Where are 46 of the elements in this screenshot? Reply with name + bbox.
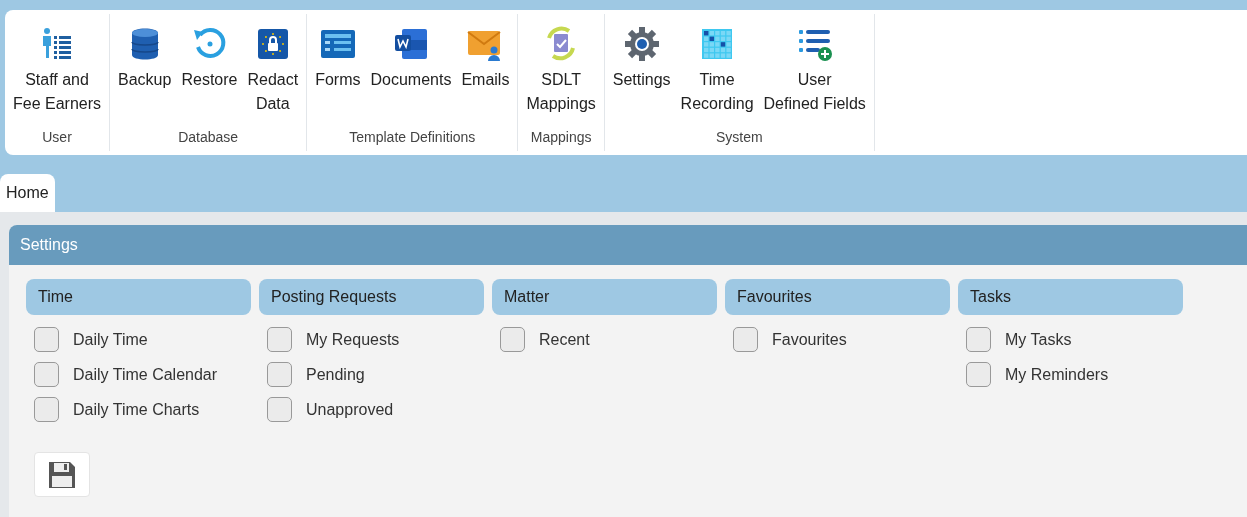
- checkbox[interactable]: [34, 327, 59, 352]
- option-label: Daily Time Calendar: [73, 365, 218, 384]
- ribbon-button[interactable]: Backup: [114, 14, 176, 129]
- checkbox[interactable]: [34, 397, 59, 422]
- ribbon-button[interactable]: User Defined Fields: [759, 14, 870, 129]
- checkbox[interactable]: [500, 327, 525, 352]
- ribbon-button[interactable]: Time Recording: [676, 14, 758, 129]
- checkbox[interactable]: [966, 327, 991, 352]
- section-header: Time: [26, 279, 251, 315]
- tab[interactable]: Home: [0, 174, 55, 212]
- option-label: Unapproved: [306, 400, 394, 419]
- panel-title: Settings: [9, 225, 1247, 265]
- group-label: Template Definitions: [349, 129, 476, 147]
- settings-icon: [623, 26, 660, 62]
- ribbon-button[interactable]: Staff and Fee Earners: [9, 14, 106, 129]
- ribbon-button[interactable]: Documents: [366, 14, 456, 129]
- option-label: My Reminders: [1005, 365, 1109, 384]
- section-header: Posting Requests: [259, 279, 484, 315]
- ribbon-button[interactable]: Emails: [457, 14, 514, 129]
- document-w-icon: [392, 26, 429, 62]
- option-label: Favourites: [772, 330, 847, 349]
- group-label: User: [42, 129, 72, 147]
- ribbon-button[interactable]: Forms: [311, 14, 365, 129]
- checkbox[interactable]: [267, 362, 292, 387]
- ribbon-button[interactable]: Settings: [608, 14, 675, 129]
- section-header: Favourites: [725, 279, 950, 315]
- option-label: Pending: [306, 365, 365, 384]
- option-label: Recent: [539, 330, 590, 349]
- section-header: Tasks: [958, 279, 1183, 315]
- option-label: Daily Time Charts: [73, 400, 200, 419]
- ribbon-button[interactable]: SDLT Mappings: [522, 14, 600, 129]
- option-label: My Tasks: [1005, 330, 1072, 349]
- checkbox[interactable]: [267, 327, 292, 352]
- checkbox[interactable]: [733, 327, 758, 352]
- group-label: Mappings: [530, 129, 592, 147]
- group-label: Database: [178, 129, 239, 147]
- checkbox[interactable]: [966, 362, 991, 387]
- save-button[interactable]: [34, 452, 90, 497]
- option-label: My Requests: [306, 330, 400, 349]
- ribbon-button[interactable]: Redact Data: [243, 14, 303, 129]
- section-header: Matter: [492, 279, 717, 315]
- checkbox[interactable]: [267, 397, 292, 422]
- group-label: System: [715, 129, 763, 147]
- option-label: Daily Time: [73, 330, 148, 349]
- ribbon-button[interactable]: Restore: [177, 14, 242, 129]
- checkbox[interactable]: [34, 362, 59, 387]
